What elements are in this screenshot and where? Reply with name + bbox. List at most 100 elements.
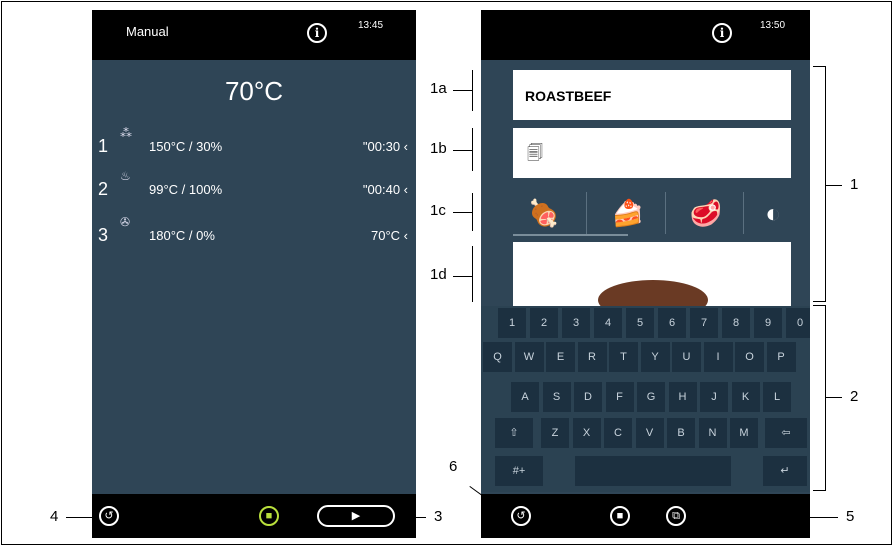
clock: 13:45: [358, 20, 384, 31]
key[interactable]: 0: [786, 308, 810, 338]
bracket-line: [825, 305, 826, 491]
divider: [665, 192, 666, 234]
key[interactable]: 2: [530, 308, 558, 338]
key[interactable]: O: [735, 342, 764, 372]
callout-1a: 1a: [430, 80, 447, 97]
callout-6: 6: [449, 458, 458, 475]
back-icon[interactable]: ↺: [511, 506, 531, 526]
leader-line: [66, 517, 98, 518]
bracket-line: [472, 128, 473, 171]
symbols-key[interactable]: #+: [495, 456, 543, 486]
start-button[interactable]: ▶: [317, 505, 395, 527]
callout-5: 5: [846, 508, 855, 525]
key[interactable]: Y: [640, 342, 670, 372]
key[interactable]: 6: [658, 308, 686, 338]
category-meat-icon[interactable]: 🍖: [513, 192, 575, 234]
program-note-field[interactable]: 🗐: [513, 128, 791, 178]
key[interactable]: U: [672, 342, 701, 372]
category-steak-icon[interactable]: 🥩: [675, 192, 737, 234]
key[interactable]: 7: [690, 308, 718, 338]
callout-4: 4: [50, 508, 59, 525]
key[interactable]: E: [546, 342, 575, 372]
program-name: ROASTBEEF: [525, 88, 612, 104]
key[interactable]: 3: [562, 308, 590, 338]
key[interactable]: F: [605, 382, 634, 412]
info-icon[interactable]: i: [712, 23, 732, 43]
key[interactable]: V: [635, 418, 664, 448]
key[interactable]: K: [731, 382, 760, 412]
key[interactable]: P: [766, 342, 796, 372]
key[interactable]: D: [574, 382, 602, 412]
program-image-field[interactable]: [513, 242, 791, 306]
step-values: 150°C / 30%: [149, 139, 223, 154]
bracket-line: [813, 305, 825, 306]
leader-line: [810, 517, 838, 518]
key[interactable]: B: [667, 418, 695, 448]
step-row[interactable]: 3 ✇ 180°C / 0% 70°C ‹: [92, 215, 416, 251]
program-save-icon[interactable]: ■: [259, 506, 279, 526]
key[interactable]: A: [511, 382, 539, 412]
shift-key[interactable]: ⇧: [495, 418, 533, 448]
mode-title: Manual: [126, 24, 169, 39]
key[interactable]: T: [609, 342, 638, 372]
callout-2: 2: [850, 388, 859, 405]
key[interactable]: C: [604, 418, 632, 448]
convection-icon: ⁂: [120, 126, 132, 140]
main-temperature[interactable]: 70°C: [92, 76, 416, 107]
key[interactable]: G: [637, 382, 665, 412]
step-row[interactable]: 1 ⁂ 150°C / 30% "00:30 ‹: [92, 126, 416, 162]
step-number: 2: [98, 179, 109, 199]
bracket-line: [813, 301, 825, 302]
bracket-line: [813, 66, 825, 67]
bottom-bar: ↺ ■ ⧉: [481, 494, 810, 538]
category-more-icon[interactable]: ◐: [753, 192, 793, 234]
key[interactable]: S: [542, 382, 571, 412]
step-time: "00:30 ‹: [362, 139, 408, 154]
key[interactable]: Q: [483, 342, 512, 372]
key[interactable]: 5: [626, 308, 654, 338]
key[interactable]: 9: [754, 308, 782, 338]
leader-line: [453, 150, 473, 151]
key[interactable]: R: [577, 342, 607, 372]
bracket-line: [825, 66, 826, 302]
space-key[interactable]: [575, 456, 731, 486]
bracket-line: [472, 70, 473, 111]
leader-line: [398, 517, 426, 518]
back-icon[interactable]: ↺: [99, 506, 119, 526]
key[interactable]: H: [668, 382, 697, 412]
save-as-icon[interactable]: ⧉: [666, 506, 686, 526]
backspace-key[interactable]: ⇦: [765, 418, 807, 448]
callout-3: 3: [434, 508, 443, 525]
leader-line: [826, 397, 842, 398]
step-values: 180°C / 0%: [149, 228, 215, 243]
step-values: 99°C / 100%: [149, 182, 223, 197]
key[interactable]: W: [514, 342, 544, 372]
divider: [743, 192, 744, 234]
step-row[interactable]: 2 ♨ 99°C / 100% "00:40 ‹: [92, 169, 416, 205]
manual-mode-screen: Manual i 13:45 70°C 1 ⁂ 150°C / 30% "00:…: [92, 10, 416, 538]
key[interactable]: 4: [594, 308, 622, 338]
status-bar: i 13:50: [481, 10, 810, 60]
leader-line: [453, 90, 473, 91]
key[interactable]: I: [703, 342, 733, 372]
callout-1c: 1c: [430, 202, 446, 219]
program-name-field[interactable]: ROASTBEEF: [513, 70, 791, 120]
enter-key[interactable]: ↵: [763, 456, 807, 486]
key[interactable]: J: [700, 382, 728, 412]
bottom-bar: ↺ ■ ▶: [92, 494, 416, 538]
key[interactable]: M: [730, 418, 758, 448]
key[interactable]: X: [572, 418, 601, 448]
key[interactable]: N: [698, 418, 727, 448]
category-cake-icon[interactable]: 🍰: [597, 192, 659, 234]
roastbeef-image: [598, 280, 708, 306]
category-scrollbar[interactable]: [513, 234, 628, 236]
callout-1d: 1d: [430, 266, 447, 283]
info-icon[interactable]: i: [307, 23, 327, 43]
key[interactable]: 1: [498, 308, 526, 338]
key[interactable]: 8: [722, 308, 750, 338]
key[interactable]: L: [763, 382, 791, 412]
steam-icon: ♨: [120, 169, 131, 183]
save-icon[interactable]: ■: [610, 506, 630, 526]
key[interactable]: Z: [541, 418, 569, 448]
note-icon: 🗐: [527, 145, 543, 162]
